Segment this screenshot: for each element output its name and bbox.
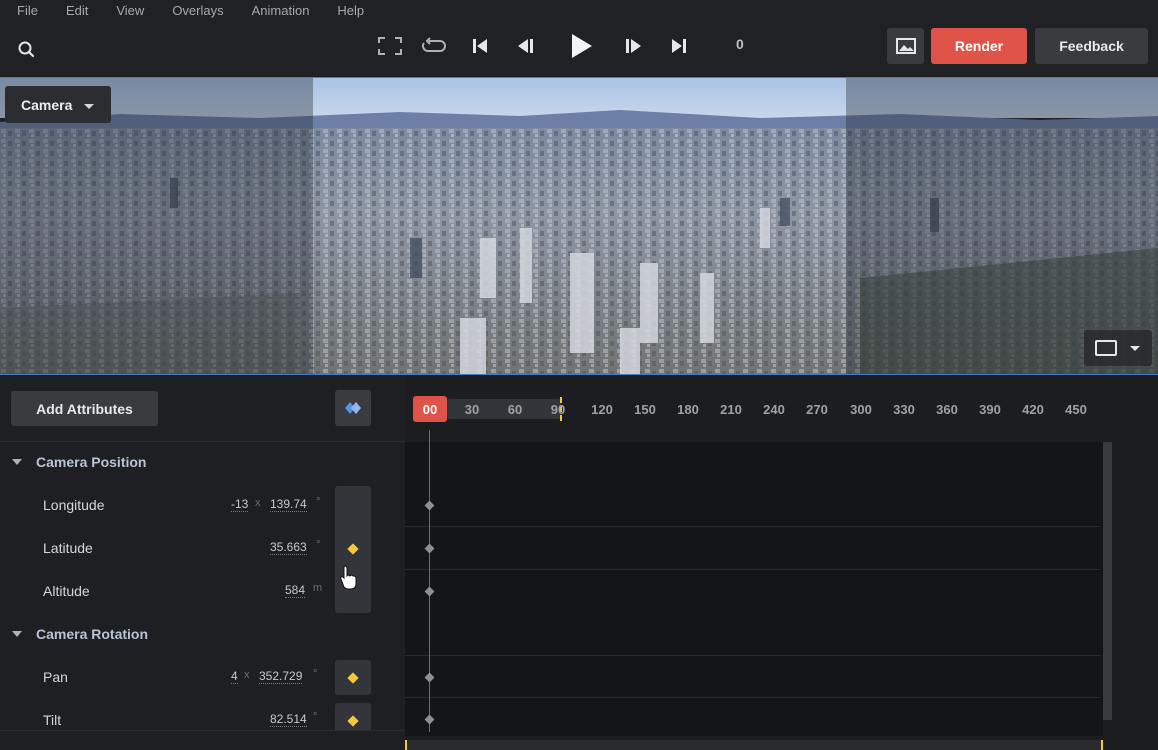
unit-label: ° (313, 668, 318, 680)
unit-label: ° (316, 539, 321, 551)
attr-label: Pan (43, 669, 68, 685)
playhead[interactable] (429, 430, 430, 732)
play-icon[interactable] (566, 30, 596, 62)
section-title: Camera Rotation (36, 626, 149, 642)
value-separator: x (244, 669, 250, 681)
unit-label: ° (313, 711, 318, 723)
tick-label: 270 (806, 402, 828, 417)
track-separator (405, 655, 1100, 656)
attr-altitude: Altitude 584 m (0, 578, 330, 606)
timeline-ruler[interactable]: 00 30 60 90 120 150 180 210 240 270 300 … (405, 390, 1105, 430)
keyframe-icon (347, 715, 359, 727)
attr-label: Altitude (43, 583, 90, 599)
frame-counter: 0 (736, 36, 744, 52)
value-separator: x (255, 497, 261, 509)
menu-overlays[interactable]: Overlays (172, 0, 223, 22)
collapse-icon (12, 459, 22, 465)
attr-latitude: Latitude 35.663 ° (0, 535, 330, 563)
track-separator (405, 697, 1100, 698)
tick-label: 390 (979, 402, 1001, 417)
attributes-panel: Add Attributes Camera Position Longitude… (0, 376, 405, 750)
tick-label: 210 (720, 402, 742, 417)
attr-pan: Pan 4 x 352.729 ° (0, 664, 330, 692)
aspect-ratio-button[interactable] (1084, 330, 1152, 366)
tick-label: 360 (936, 402, 958, 417)
keyframe-nav-button[interactable] (335, 390, 371, 426)
image-button[interactable] (887, 28, 924, 64)
next-keyframe-icon[interactable] (621, 32, 647, 60)
animation-panel: Add Attributes Camera Position Longitude… (0, 376, 1158, 750)
skip-to-end-icon[interactable] (667, 32, 691, 60)
loop-icon[interactable] (420, 32, 448, 60)
section-camera-position[interactable]: Camera Position (0, 448, 146, 476)
tick-label: 330 (893, 402, 915, 417)
keyframe-icon (347, 543, 359, 555)
track-separator (405, 569, 1100, 570)
tick-label: 420 (1022, 402, 1044, 417)
tick-label: 300 (850, 402, 872, 417)
preview-viewport[interactable]: Camera (0, 77, 1158, 375)
section-title: Camera Position (36, 454, 147, 470)
aspect-ratio-icon (1095, 340, 1140, 356)
hand-cursor-icon (339, 564, 359, 595)
track-separator (405, 526, 1100, 527)
camera-dropdown-label: Camera (21, 96, 73, 113)
add-attributes-button[interactable]: Add Attributes (11, 391, 158, 426)
skip-to-start-icon[interactable] (468, 32, 492, 60)
render-button[interactable]: Render (931, 28, 1027, 64)
tilt-value[interactable]: 82.514 (270, 712, 307, 727)
pan-value-b[interactable]: 352.729 (259, 669, 303, 684)
keyframe-icon (347, 672, 359, 684)
longitude-value-a[interactable]: -13 (231, 497, 249, 512)
attr-longitude: Longitude -13 x 139.74 ° (0, 492, 330, 520)
fullscreen-icon[interactable] (376, 32, 404, 60)
attr-label: Longitude (43, 497, 105, 513)
top-bar: File Edit View Overlays Animation Help 0… (0, 0, 1158, 76)
keyframe-tracks[interactable] (405, 442, 1103, 736)
chevron-down-icon (84, 103, 95, 109)
tick-label: 240 (763, 402, 785, 417)
previous-keyframe-icon[interactable] (512, 32, 538, 60)
menu-bar: File Edit View Overlays Animation Help (0, 0, 375, 22)
app-window: File Edit View Overlays Animation Help 0… (0, 0, 1158, 750)
menu-help[interactable]: Help (337, 0, 364, 22)
menu-edit[interactable]: Edit (66, 0, 88, 22)
unit-label: ° (316, 496, 321, 508)
attr-label: Tilt (43, 712, 62, 728)
image-icon (895, 38, 916, 54)
tick-label: 150 (634, 402, 656, 417)
altitude-value[interactable]: 584 (285, 583, 306, 598)
collapse-icon (12, 631, 22, 637)
tick-label: 120 (591, 402, 613, 417)
tick-label: 30 (464, 402, 480, 417)
unit-label: m (313, 582, 323, 594)
pan-keyframe-button[interactable] (335, 660, 371, 695)
feedback-button[interactable]: Feedback (1035, 28, 1148, 64)
vertical-scrollbar[interactable] (1103, 442, 1112, 720)
menu-view[interactable]: View (116, 0, 144, 22)
tick-label: 60 (507, 402, 523, 417)
attr-label: Latitude (43, 540, 93, 556)
divider (0, 441, 405, 442)
section-camera-rotation[interactable]: Camera Rotation (0, 620, 148, 648)
horizontal-scrollbar[interactable] (405, 740, 1103, 750)
latitude-value[interactable]: 35.663 (270, 540, 307, 555)
tick-label: 90 (550, 402, 566, 417)
tick-label: 450 (1065, 402, 1087, 417)
menu-file[interactable]: File (17, 0, 38, 22)
search-icon[interactable] (17, 40, 37, 60)
longitude-value-b[interactable]: 139.74 (270, 497, 307, 512)
current-frame-marker[interactable]: 00 (413, 396, 447, 422)
camera-dropdown[interactable]: Camera (5, 86, 111, 123)
pan-value-a[interactable]: 4 (231, 669, 238, 684)
keyframe-nav-icon (345, 402, 361, 414)
menu-animation[interactable]: Animation (252, 0, 310, 22)
panel-footer (0, 730, 405, 750)
tick-label: 180 (677, 402, 699, 417)
